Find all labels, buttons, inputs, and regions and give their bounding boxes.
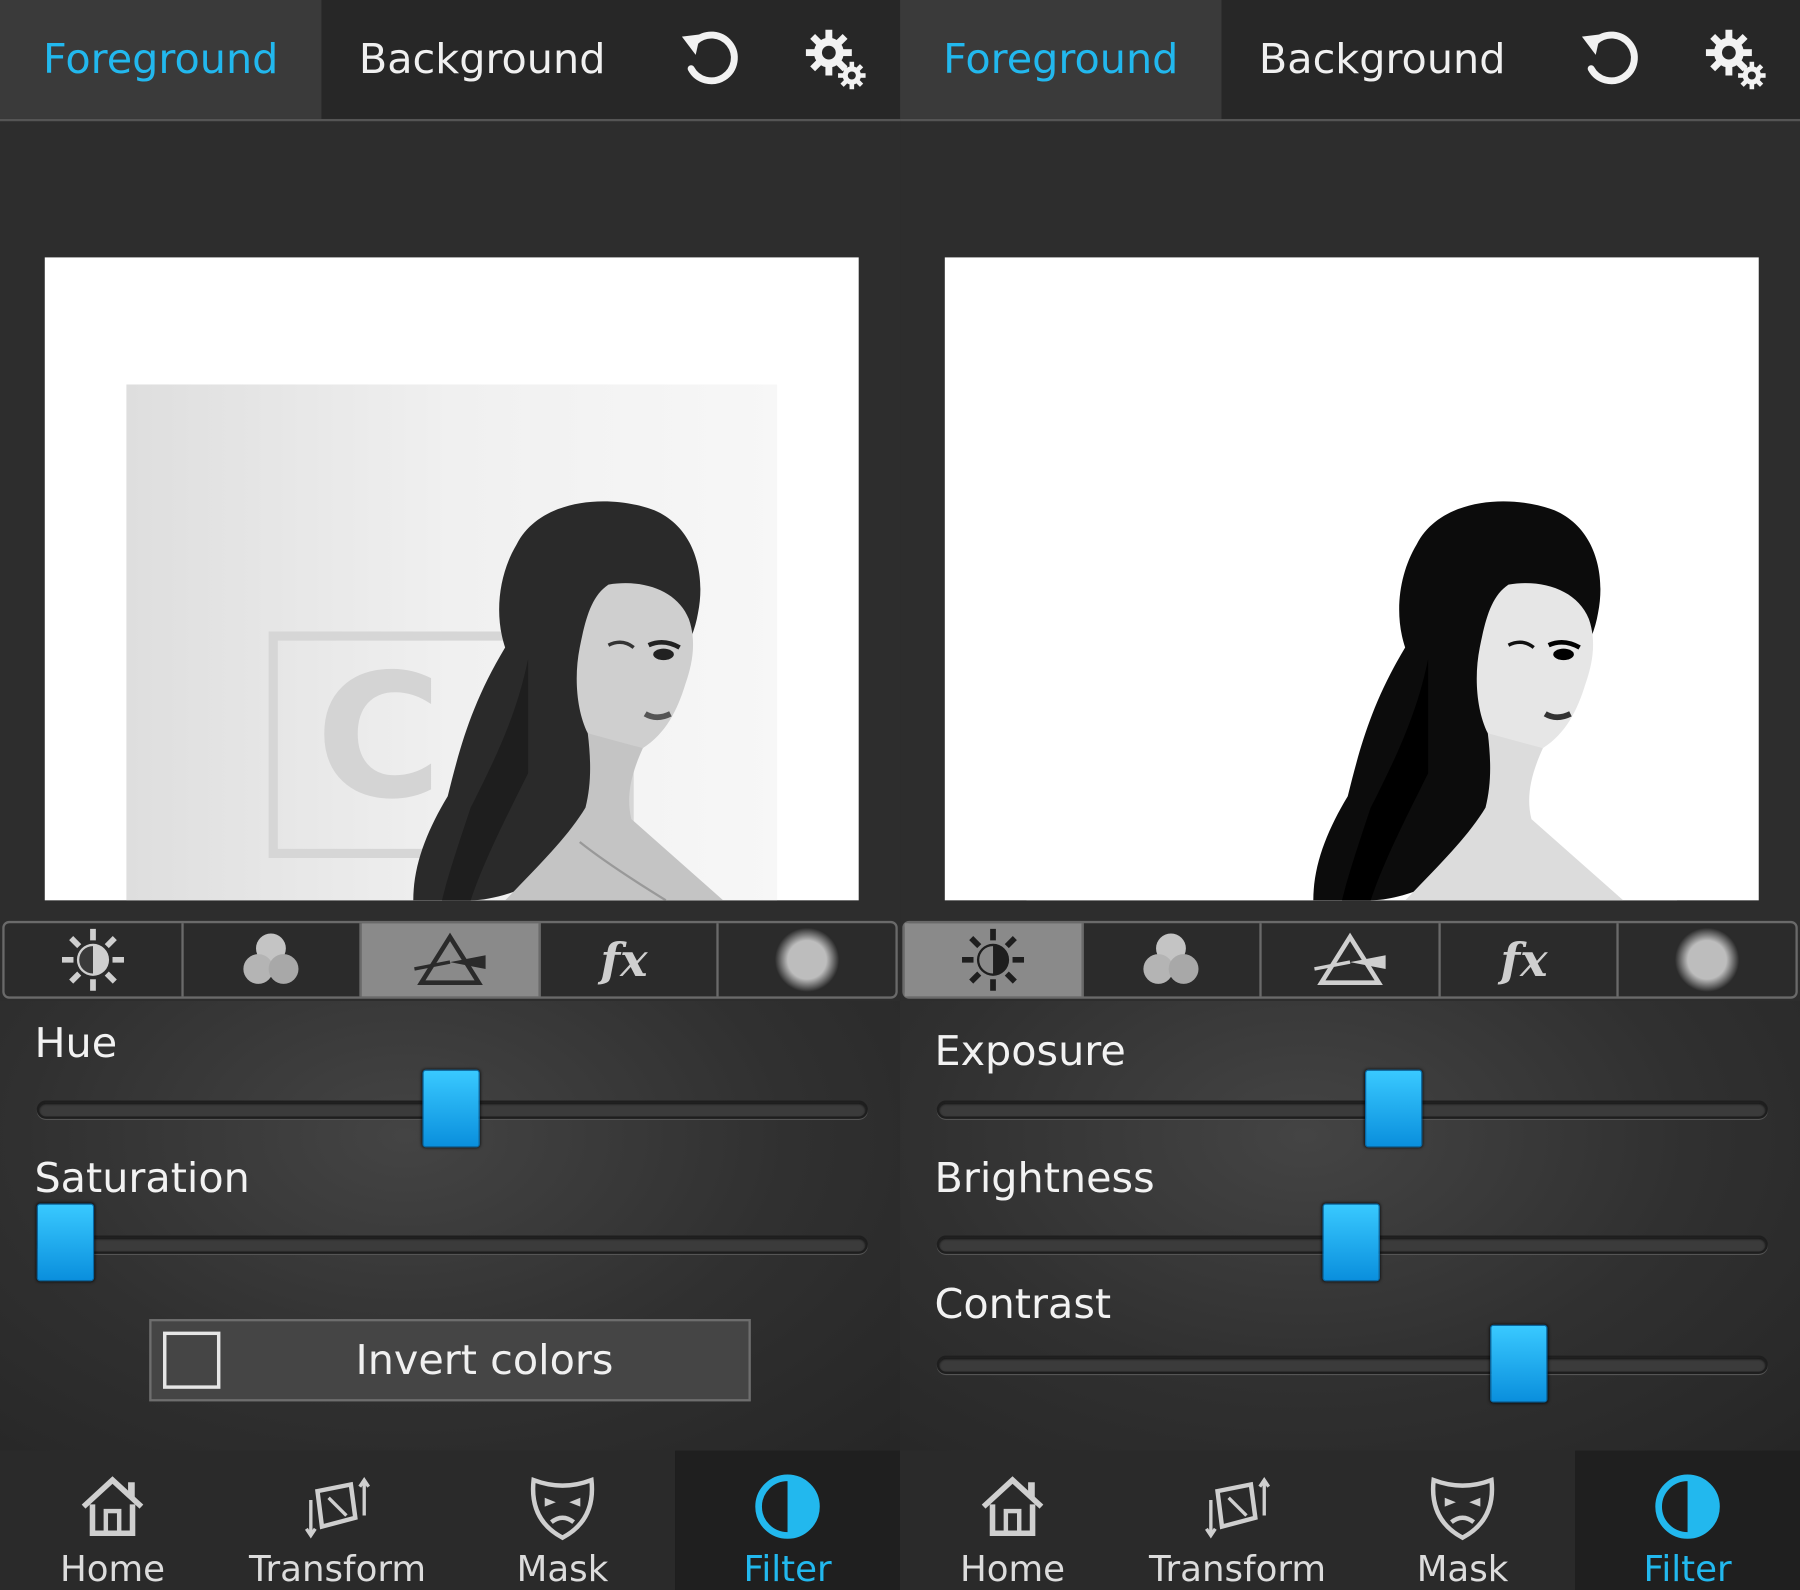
nav-transform-label: Transform (1149, 1548, 1327, 1590)
mask-icon (1430, 1476, 1495, 1541)
home-icon (81, 1476, 144, 1537)
tool-tab-color[interactable] (1083, 923, 1262, 997)
svg-text:fx: fx (1497, 933, 1548, 987)
nav-mask-label: Mask (516, 1548, 609, 1590)
nav-filter[interactable]: Filter (675, 1450, 901, 1590)
circles-icon (1143, 933, 1199, 984)
tool-tab-color[interactable] (183, 923, 362, 997)
contrast-slider-track[interactable] (936, 1355, 1768, 1374)
brightness-slider-thumb[interactable] (1322, 1203, 1380, 1282)
bottom-nav: Home Transform Mask Filter (900, 1450, 1800, 1590)
exposure-label: Exposure (934, 1028, 1126, 1076)
invert-colors-label: Invert colors (355, 1336, 614, 1384)
transform-icon (1205, 1477, 1271, 1539)
contrast-label: Contrast (934, 1281, 1112, 1329)
tab-background[interactable]: Background (321, 0, 642, 119)
tool-tab-effects[interactable]: fx (1440, 923, 1620, 997)
invert-checkbox[interactable] (163, 1331, 221, 1389)
tool-tab-hue[interactable] (361, 923, 541, 997)
prism-icon (414, 932, 486, 985)
svg-text:fx: fx (597, 933, 648, 987)
tool-tab-hue[interactable] (1262, 923, 1441, 997)
watermark-text: C (316, 637, 442, 838)
tool-tab-vignette[interactable] (719, 923, 895, 996)
nav-home-label: Home (59, 1548, 166, 1590)
gear-icon[interactable] (1701, 25, 1770, 94)
top-bar: Foreground Background (900, 0, 1800, 122)
image-canvas[interactable]: C (44, 257, 859, 901)
tool-tab-light[interactable] (904, 923, 1084, 997)
right-panel: Foreground Background fx Exposure Bright… (900, 0, 1800, 1590)
circle-icon (1675, 927, 1740, 992)
circles-icon (243, 933, 299, 984)
bottom-nav: Home Transform Mask Filter (0, 1450, 901, 1590)
nav-mask-label: Mask (1416, 1548, 1509, 1590)
nav-home-label: Home (959, 1548, 1066, 1590)
fx-icon: fx (1497, 933, 1548, 987)
gear-icon[interactable] (801, 25, 870, 94)
nav-mask[interactable]: Mask (450, 1451, 675, 1590)
nav-home[interactable]: Home (900, 1451, 1125, 1590)
portrait-photo: C (126, 384, 778, 901)
tool-tab-effects[interactable]: fx (540, 923, 720, 997)
tab-background[interactable]: Background (1221, 0, 1542, 119)
transform-icon (304, 1477, 371, 1539)
undo-icon[interactable] (1575, 25, 1644, 94)
saturation-label: Saturation (34, 1155, 250, 1203)
tab-foreground[interactable]: Foreground (900, 0, 1222, 119)
sun-icon (961, 928, 1024, 991)
filter-tool-tabs: fx (2, 920, 898, 999)
hue-slider-thumb[interactable] (422, 1069, 480, 1148)
filter-icon (1655, 1474, 1720, 1539)
nav-filter-label: Filter (1643, 1548, 1732, 1590)
sun-icon (61, 928, 124, 991)
undo-icon[interactable] (675, 25, 744, 94)
image-canvas[interactable] (944, 257, 1759, 901)
filter-tool-tabs: fx (902, 920, 1798, 999)
top-bar: Foreground Background (0, 0, 901, 122)
filter-icon (755, 1474, 820, 1539)
nav-mask[interactable]: Mask (1350, 1451, 1575, 1590)
brightness-label: Brightness (934, 1155, 1155, 1203)
nav-transform-label: Transform (248, 1548, 427, 1590)
tool-tab-light[interactable] (5, 923, 184, 997)
invert-colors-toggle[interactable]: Invert colors (149, 1319, 751, 1402)
circle-icon (775, 927, 840, 992)
exposure-slider-track[interactable] (936, 1100, 1768, 1119)
tool-tab-vignette[interactable] (1619, 923, 1795, 996)
home-icon (981, 1476, 1044, 1537)
tab-foreground[interactable]: Foreground (0, 0, 322, 119)
saturation-slider-thumb[interactable] (36, 1203, 95, 1282)
left-panel: Foreground Background C fx Hue Saturatio… (0, 0, 901, 1590)
portrait-photo (1026, 384, 1678, 901)
hue-label: Hue (34, 1020, 118, 1068)
nav-home[interactable]: Home (0, 1451, 225, 1590)
fx-icon: fx (597, 933, 648, 987)
mask-icon (530, 1476, 595, 1541)
nav-filter[interactable]: Filter (1575, 1450, 1800, 1590)
nav-transform[interactable]: Transform (1125, 1451, 1350, 1590)
contrast-slider-thumb[interactable] (1490, 1324, 1549, 1403)
prism-icon (1314, 932, 1386, 985)
exposure-slider-thumb[interactable] (1364, 1069, 1423, 1148)
nav-transform[interactable]: Transform (225, 1451, 450, 1590)
nav-filter-label: Filter (743, 1548, 832, 1590)
saturation-slider-track[interactable] (36, 1235, 868, 1254)
